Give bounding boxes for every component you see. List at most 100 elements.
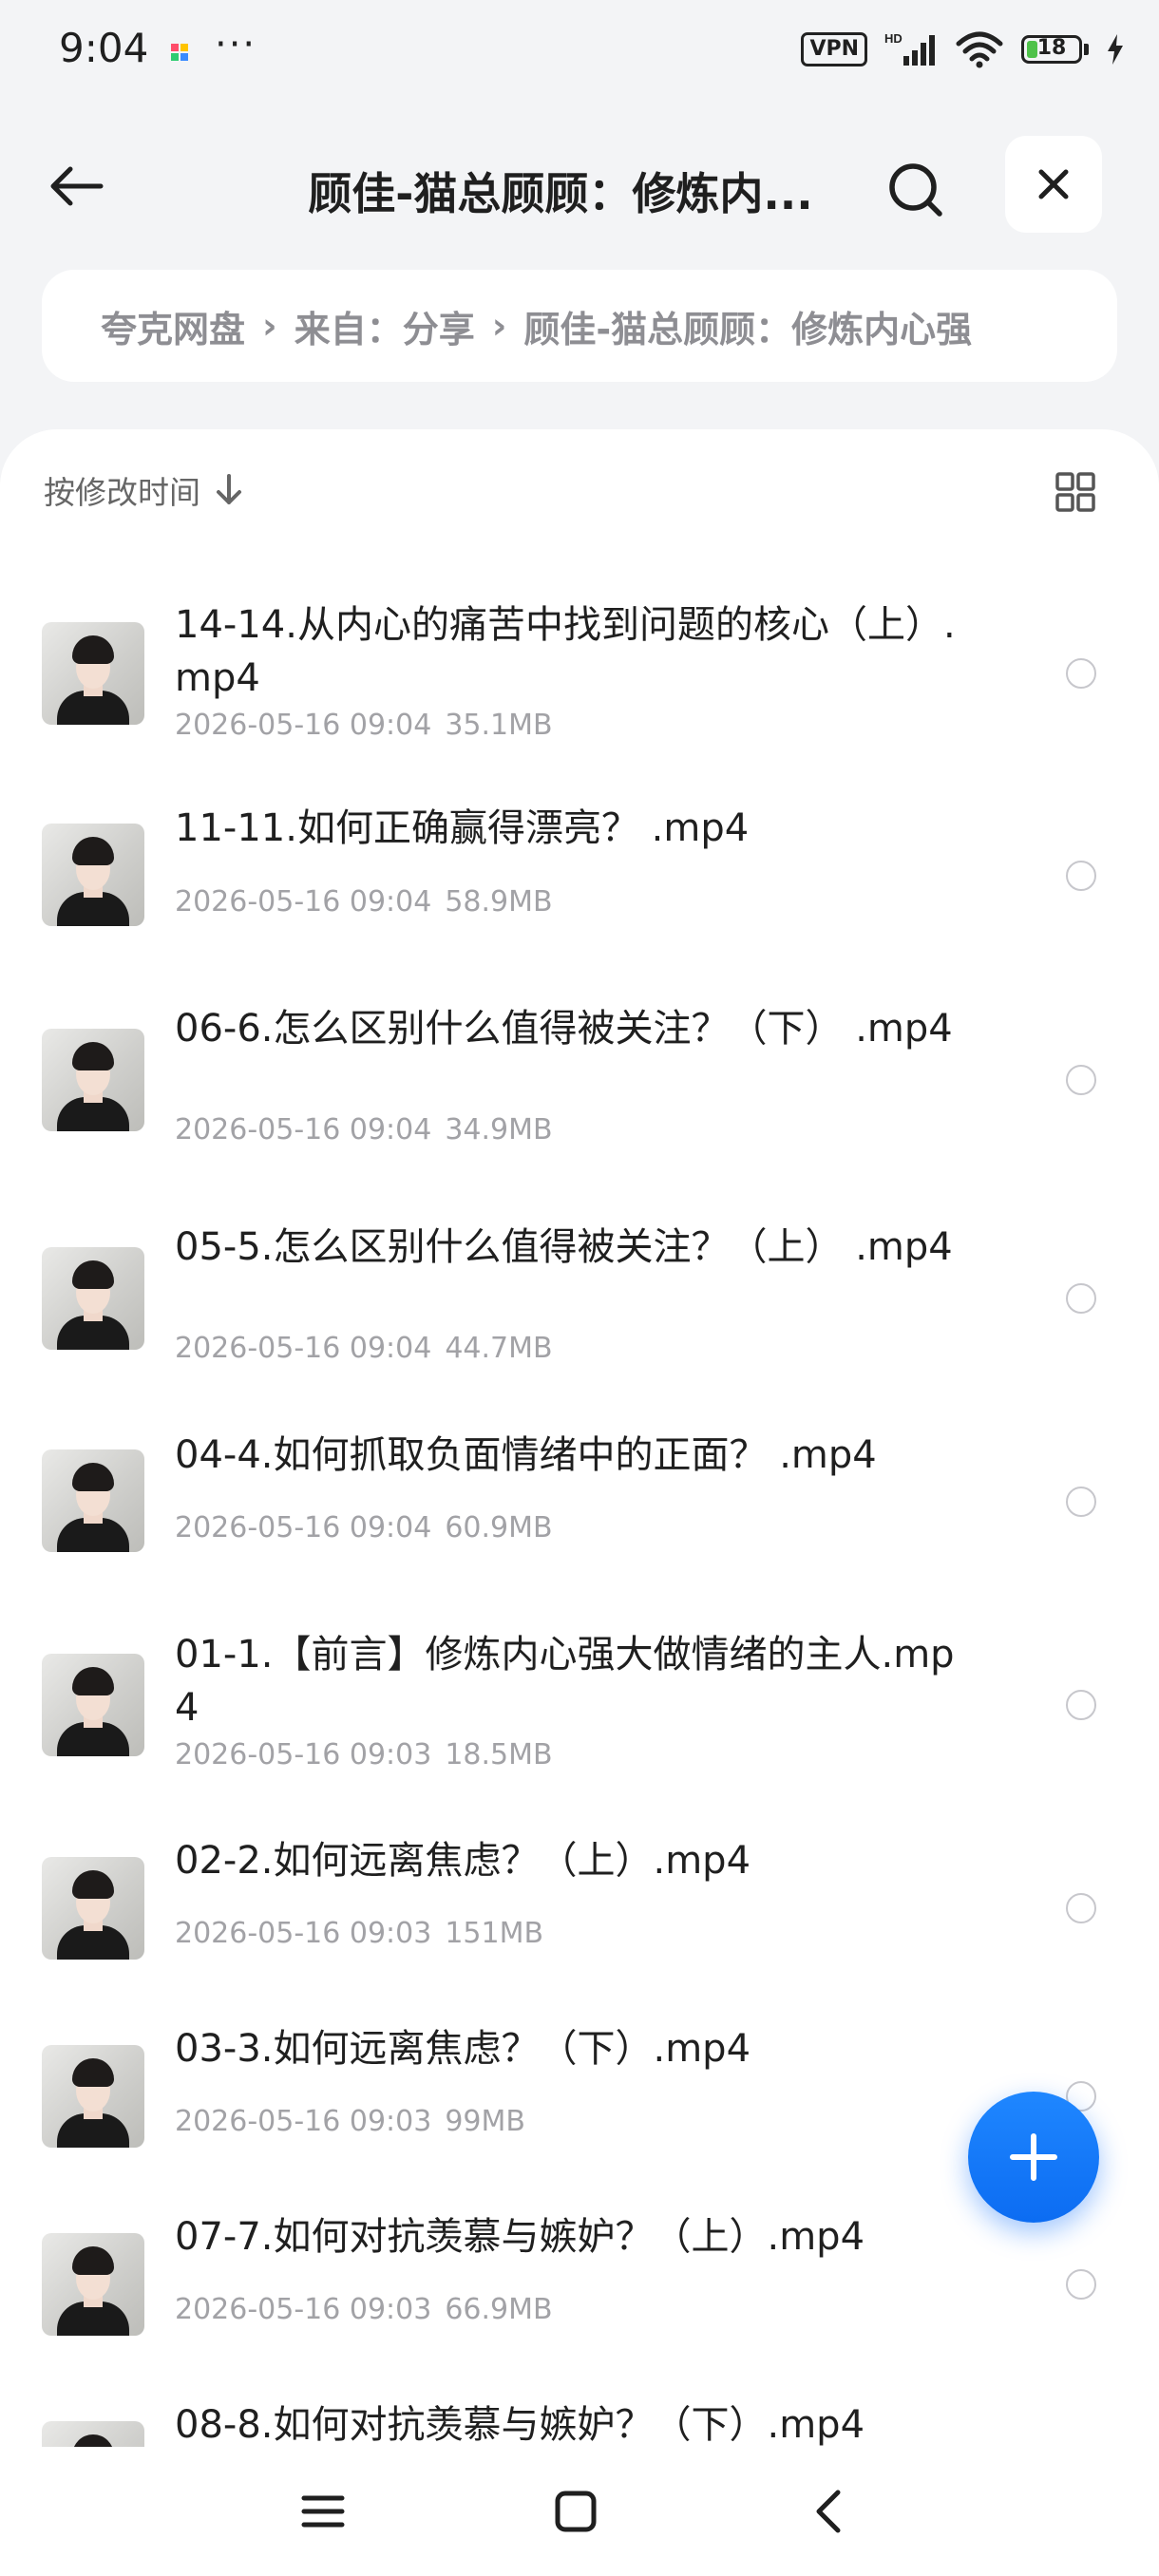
status-bar: 9:04 ··· VPN HD 18 [0, 0, 1159, 104]
file-name: 11-11.如何正确赢得漂亮？ .mp4 [175, 806, 750, 850]
breadcrumb-item-folder[interactable]: 顾佳-猫总顾顾：修炼内心强 [523, 300, 972, 352]
system-nav-bar [0, 2447, 1159, 2576]
back-button[interactable] [38, 152, 114, 220]
file-name: 04-4.如何抓取负面情绪中的正面？ .mp4 [175, 1433, 877, 1477]
menu-icon [301, 2495, 345, 2528]
select-radio[interactable] [1066, 1487, 1096, 1517]
chevron-right-icon: › [262, 305, 277, 347]
file-size: 44.7MB [445, 1332, 553, 1365]
file-size: 66.9MB [445, 2293, 553, 2326]
file-meta: 2026-05-16 09:03 99MB [175, 2105, 525, 2138]
video-thumbnail [42, 1654, 144, 1756]
file-name: 05-5.怎么区别什么值得被关注？（上） .mp4 [175, 1225, 953, 1269]
file-size: 58.9MB [445, 885, 553, 919]
back-arrow-icon [50, 166, 104, 206]
file-name: 06-6.怎么区别什么值得被关注？（下） .mp4 [175, 1007, 953, 1051]
breadcrumb-item-share[interactable]: 来自：分享 [294, 300, 475, 352]
vpn-icon: VPN [801, 32, 867, 66]
file-date: 2026-05-16 09:03 [175, 1917, 432, 1950]
file-date: 2026-05-16 09:04 [175, 709, 432, 742]
file-date: 2026-05-16 09:03 [175, 2293, 432, 2326]
file-row[interactable]: 11-11.如何正确赢得漂亮？ .mp4 2026-05-16 09:04 58.… [0, 773, 1159, 977]
video-thumbnail [42, 1029, 144, 1131]
file-meta: 2026-05-16 09:04 58.9MB [175, 885, 553, 919]
file-meta: 2026-05-16 09:04 35.1MB [175, 709, 553, 742]
file-date: 2026-05-16 09:04 [175, 885, 432, 919]
page-title: 顾佳-猫总顾顾：修炼内... [308, 168, 813, 219]
select-radio[interactable] [1066, 1065, 1096, 1095]
file-date: 2026-05-16 09:03 [175, 2105, 432, 2138]
header: 顾佳-猫总顾顾：修炼内... [0, 133, 1159, 237]
sort-button[interactable]: 按修改时间 [44, 467, 244, 513]
select-radio[interactable] [1066, 1283, 1096, 1314]
file-row[interactable]: 07-7.如何对抗羡慕与嫉妒？（上）.mp4 2026-05-16 09:03 6… [0, 2182, 1159, 2370]
home-icon [555, 2491, 597, 2532]
nav-back-icon [816, 2490, 841, 2533]
select-radio[interactable] [1066, 2269, 1096, 2300]
file-name: 01-1.【前言】修炼内心强大做情绪的主人.mp4 [175, 1633, 955, 1730]
add-button[interactable] [968, 2092, 1099, 2223]
wifi-icon [956, 31, 1003, 68]
charging-icon [1108, 34, 1123, 65]
file-size: 60.9MB [445, 1511, 553, 1544]
file-size: 34.9MB [445, 1113, 553, 1146]
file-date: 2026-05-16 09:03 [175, 1738, 432, 1771]
status-icons: VPN HD 18 [801, 30, 1125, 68]
file-row[interactable]: 04-4.如何抓取负面情绪中的正面？ .mp4 2026-05-16 09:04… [0, 1399, 1159, 1602]
select-radio[interactable] [1066, 1690, 1096, 1720]
file-meta: 2026-05-16 09:03 66.9MB [175, 2293, 553, 2326]
video-thumbnail [42, 2045, 144, 2148]
network-type-text: HD [884, 31, 902, 46]
file-name: 14-14.从内心的痛苦中找到问题的核心（上）.mp4 [175, 603, 956, 700]
battery-icon: 18 [1021, 35, 1089, 64]
select-radio[interactable] [1066, 1893, 1096, 1923]
file-meta: 2026-05-16 09:04 44.7MB [175, 1332, 553, 1365]
more-notifications-icon: ··· [215, 23, 257, 66]
file-date: 2026-05-16 09:04 [175, 1511, 432, 1544]
video-thumbnail [42, 2421, 144, 2447]
file-meta: 2026-05-16 09:03 18.5MB [175, 1738, 553, 1771]
file-name: 07-7.如何对抗羡慕与嫉妒？（上）.mp4 [175, 2215, 865, 2259]
breadcrumb: 夸克网盘 › 来自：分享 › 顾佳-猫总顾顾：修炼内心强 [42, 270, 1117, 382]
close-icon [1038, 169, 1069, 199]
file-date: 2026-05-16 09:04 [175, 1113, 432, 1146]
video-thumbnail [42, 1857, 144, 1960]
file-size: 35.1MB [445, 709, 553, 742]
search-button[interactable] [878, 152, 954, 228]
video-thumbnail [42, 824, 144, 926]
video-thumbnail [42, 622, 144, 725]
video-thumbnail [42, 2233, 144, 2336]
home-button[interactable] [545, 2481, 606, 2542]
plus-icon [1010, 2133, 1057, 2181]
file-row[interactable]: 14-14.从内心的痛苦中找到问题的核心（上）.mp4 2026-05-16 0… [0, 570, 1159, 773]
file-row[interactable]: 01-1.【前言】修炼内心强大做情绪的主人.mp4 2026-05-16 09:… [0, 1602, 1159, 1806]
file-name: 02-2.如何远离焦虑？（上）.mp4 [175, 1839, 751, 1883]
file-name: 08-8.如何对抗羡慕与嫉妒？（下）.mp4 [175, 2403, 865, 2447]
select-radio[interactable] [1066, 658, 1096, 689]
select-radio[interactable] [1066, 861, 1096, 891]
file-size: 18.5MB [445, 1738, 553, 1771]
file-meta: 2026-05-16 09:04 60.9MB [175, 1511, 553, 1544]
file-name: 03-3.如何远离焦虑？（下）.mp4 [175, 2027, 751, 2071]
nav-back-button[interactable] [798, 2481, 859, 2542]
file-row[interactable]: 05-5.怎么区别什么值得被关注？（上） .mp4 2026-05-16 09:… [0, 1196, 1159, 1399]
recent-apps-button[interactable] [293, 2481, 353, 2542]
file-date: 2026-05-16 09:04 [175, 1332, 432, 1365]
file-size: 99MB [445, 2105, 525, 2138]
search-icon [889, 163, 942, 217]
breadcrumb-item-root[interactable]: 夸克网盘 [101, 300, 245, 352]
chevron-right-icon: › [491, 305, 507, 347]
sort-label: 按修改时间 [44, 474, 200, 511]
file-row[interactable]: 06-6.怎么区别什么值得被关注？（下） .mp4 2026-05-16 09:… [0, 977, 1159, 1196]
file-row[interactable]: 08-8.如何对抗羡慕与嫉妒？（下）.mp4 [0, 2370, 1159, 2447]
file-row[interactable]: 02-2.如何远离焦虑？（上）.mp4 2026-05-16 09:03 151M… [0, 1806, 1159, 1994]
app-notification-icon [171, 44, 188, 61]
close-button[interactable] [1005, 136, 1102, 233]
battery-level: 18 [1036, 36, 1067, 60]
signal-icon: HD [884, 31, 935, 66]
video-thumbnail [42, 1247, 144, 1350]
arrow-down-icon [217, 474, 241, 504]
file-meta: 2026-05-16 09:03 151MB [175, 1917, 543, 1950]
file-size: 151MB [445, 1917, 544, 1950]
grid-view-icon[interactable] [1054, 471, 1096, 513]
